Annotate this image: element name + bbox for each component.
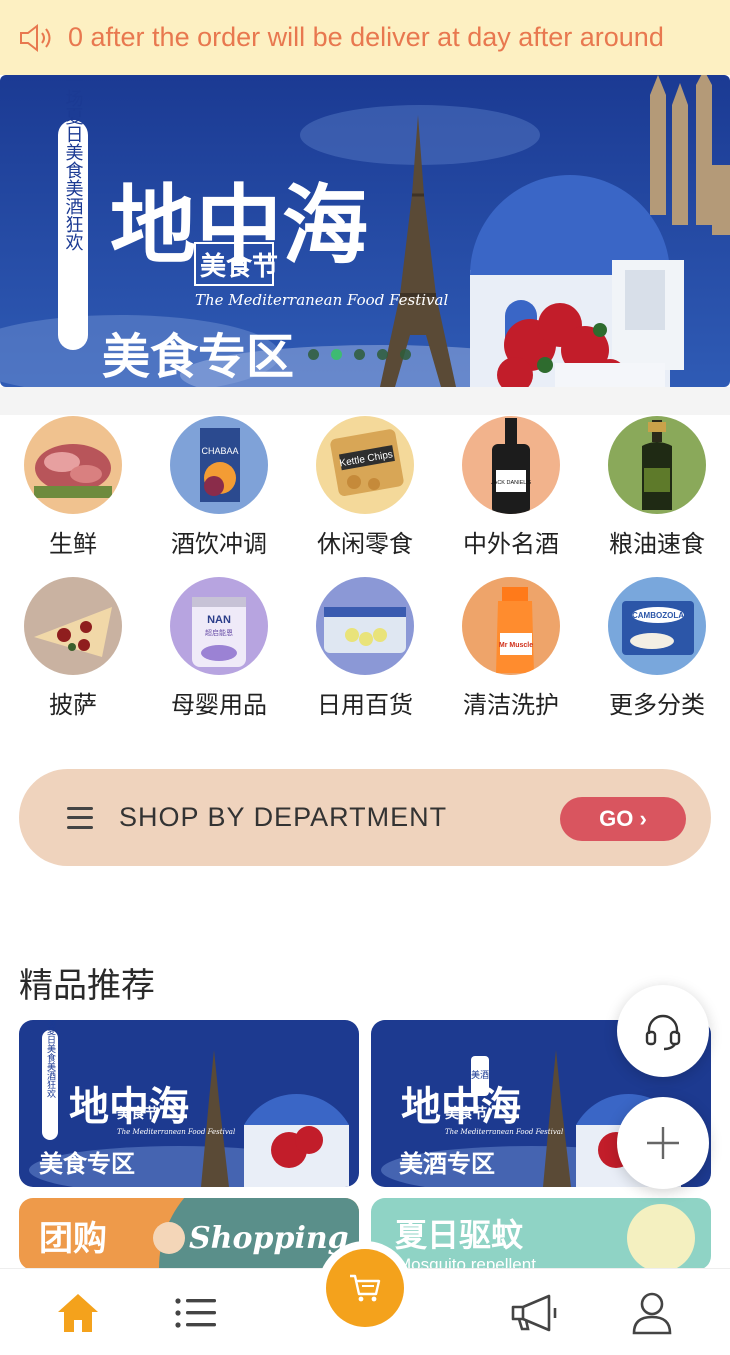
category-label: 粮油速食 [609, 530, 705, 558]
department-label: SHOP BY DEPARTMENT [119, 802, 448, 832]
hero-dot-active[interactable] [331, 349, 342, 360]
category-label: 披萨 [49, 691, 97, 719]
fresh-meat-icon [24, 416, 122, 514]
go-button[interactable]: GO › [560, 797, 686, 841]
svg-text:Shopping: Shopping [189, 1221, 349, 1256]
hero-dot[interactable] [377, 349, 388, 360]
category-fresh[interactable]: 生鲜 [0, 416, 146, 559]
customer-service-button[interactable] [617, 985, 709, 1077]
kettle-chips-icon: Kettle Chips [316, 416, 414, 514]
category-label: 中外名酒 [463, 530, 559, 558]
pizza-icon [24, 577, 122, 675]
svg-text:美酒专区: 美酒专区 [399, 1150, 495, 1178]
user-icon [632, 1292, 672, 1335]
notice-bar[interactable]: 0 after the order will be deliver at day… [0, 0, 730, 75]
category-liquor[interactable]: JACK DANIEL'S 中外名酒 [438, 416, 584, 559]
svg-text:团购: 团购 [39, 1219, 107, 1259]
divider-band [0, 387, 730, 415]
category-drinks[interactable]: CHABAA 酒饮冲调 [146, 416, 292, 559]
featured-card-mosquito[interactable]: 夏日驱蚊 Mosquito repellent [371, 1198, 711, 1270]
storage-box-icon [316, 577, 414, 675]
cleaner-spray-icon: Mr Muscle [462, 577, 560, 675]
svg-text:JACK DANIEL'S: JACK DANIEL'S [491, 480, 532, 486]
tab-home[interactable] [48, 1285, 108, 1341]
svg-text:NAN: NAN [207, 614, 231, 626]
cart-icon [350, 1274, 381, 1302]
megaphone-icon [511, 1294, 557, 1332]
hero-english: The Mediterranean Food Festival [195, 291, 448, 309]
category-label: 清洁洗护 [463, 691, 559, 719]
menu-icon [67, 806, 93, 829]
section-title: 精品推荐 [19, 966, 155, 1006]
svg-text:CHABAA: CHABAA [201, 446, 238, 456]
juice-drink-icon: CHABAA [170, 416, 268, 514]
category-label: 母婴用品 [171, 691, 267, 719]
svg-text:美酒: 美酒 [471, 1069, 489, 1081]
svg-text:Mr Muscle: Mr Muscle [499, 642, 533, 649]
whiskey-bottle-icon: JACK DANIEL'S [462, 416, 560, 514]
plus-icon [647, 1127, 679, 1159]
hero-pagination[interactable] [308, 349, 411, 360]
featured-card-food[interactable]: 邂逅一场夏日美食美酒狂欢 地中海 美食节 The Mediterranean F… [19, 1020, 359, 1187]
svg-text:The Mediterranean Food Festiva: The Mediterranean Food Festival [117, 1128, 235, 1136]
svg-text:The Mediterranean Food Festiva: The Mediterranean Food Festival [445, 1128, 563, 1136]
hero-dot[interactable] [308, 349, 319, 360]
category-label: 更多分类 [609, 691, 705, 719]
svg-text:CAMBOZOLA: CAMBOZOLA [632, 611, 684, 620]
category-more[interactable]: CAMBOZOLA 更多分类 [584, 577, 730, 720]
category-daily[interactable]: 日用百货 [292, 577, 438, 720]
tab-categories[interactable] [166, 1285, 226, 1341]
category-cleaning[interactable]: Mr Muscle 清洁洗护 [438, 577, 584, 720]
svg-text:超启能恩: 超启能恩 [205, 628, 233, 637]
tab-promotions[interactable] [504, 1285, 564, 1341]
hero-title-small: 美食节 [200, 251, 278, 282]
oil-bottle-icon [608, 416, 706, 514]
category-grain-oil[interactable]: 粮油速食 [584, 416, 730, 559]
speaker-icon [20, 23, 51, 52]
svg-text:夏日驱蚊: 夏日驱蚊 [395, 1216, 524, 1254]
category-label: 酒饮冲调 [171, 530, 267, 558]
svg-text:美食专区: 美食专区 [39, 1150, 135, 1178]
featured-card-group-buy[interactable]: 团购 Shopping [19, 1198, 359, 1270]
headset-icon [645, 1014, 681, 1051]
category-label: 日用百货 [317, 691, 413, 719]
svg-text:邂逅一场夏日美食美酒狂欢: 邂逅一场夏日美食美酒狂欢 [45, 1020, 56, 1099]
notice-text: 0 after the order will be deliver at day… [68, 22, 664, 52]
hero-zone: 美食专区 [102, 329, 294, 385]
list-icon [175, 1298, 216, 1328]
bottom-tab-bar [0, 1249, 730, 1355]
tab-profile[interactable] [622, 1285, 682, 1341]
add-button[interactable] [617, 1097, 709, 1189]
hero-dot[interactable] [400, 349, 411, 360]
hero-banner[interactable]: 邂逅一场夏日美食美酒狂欢 地中海 美食节 The Mediterranean F… [0, 75, 730, 387]
shop-by-department-bar[interactable]: SHOP BY DEPARTMENT GO › [19, 769, 711, 866]
baby-formula-icon: NAN 超启能恩 [170, 577, 268, 675]
tab-cart[interactable] [326, 1249, 404, 1327]
home-icon [58, 1294, 98, 1332]
category-label: 生鲜 [49, 530, 97, 558]
category-baby[interactable]: NAN 超启能恩 母婴用品 [146, 577, 292, 720]
svg-text:美食节: 美食节 [117, 1105, 159, 1122]
hero-dot[interactable] [354, 349, 365, 360]
svg-text:美食节: 美食节 [445, 1105, 487, 1122]
category-label: 休闲零食 [317, 530, 413, 558]
category-pizza[interactable]: 披萨 [0, 577, 146, 720]
cheese-icon: CAMBOZOLA [608, 577, 706, 675]
hero-side-text: 邂逅一场夏日美食美酒狂欢 [63, 75, 84, 251]
category-snacks[interactable]: Kettle Chips 休闲零食 [292, 416, 438, 559]
